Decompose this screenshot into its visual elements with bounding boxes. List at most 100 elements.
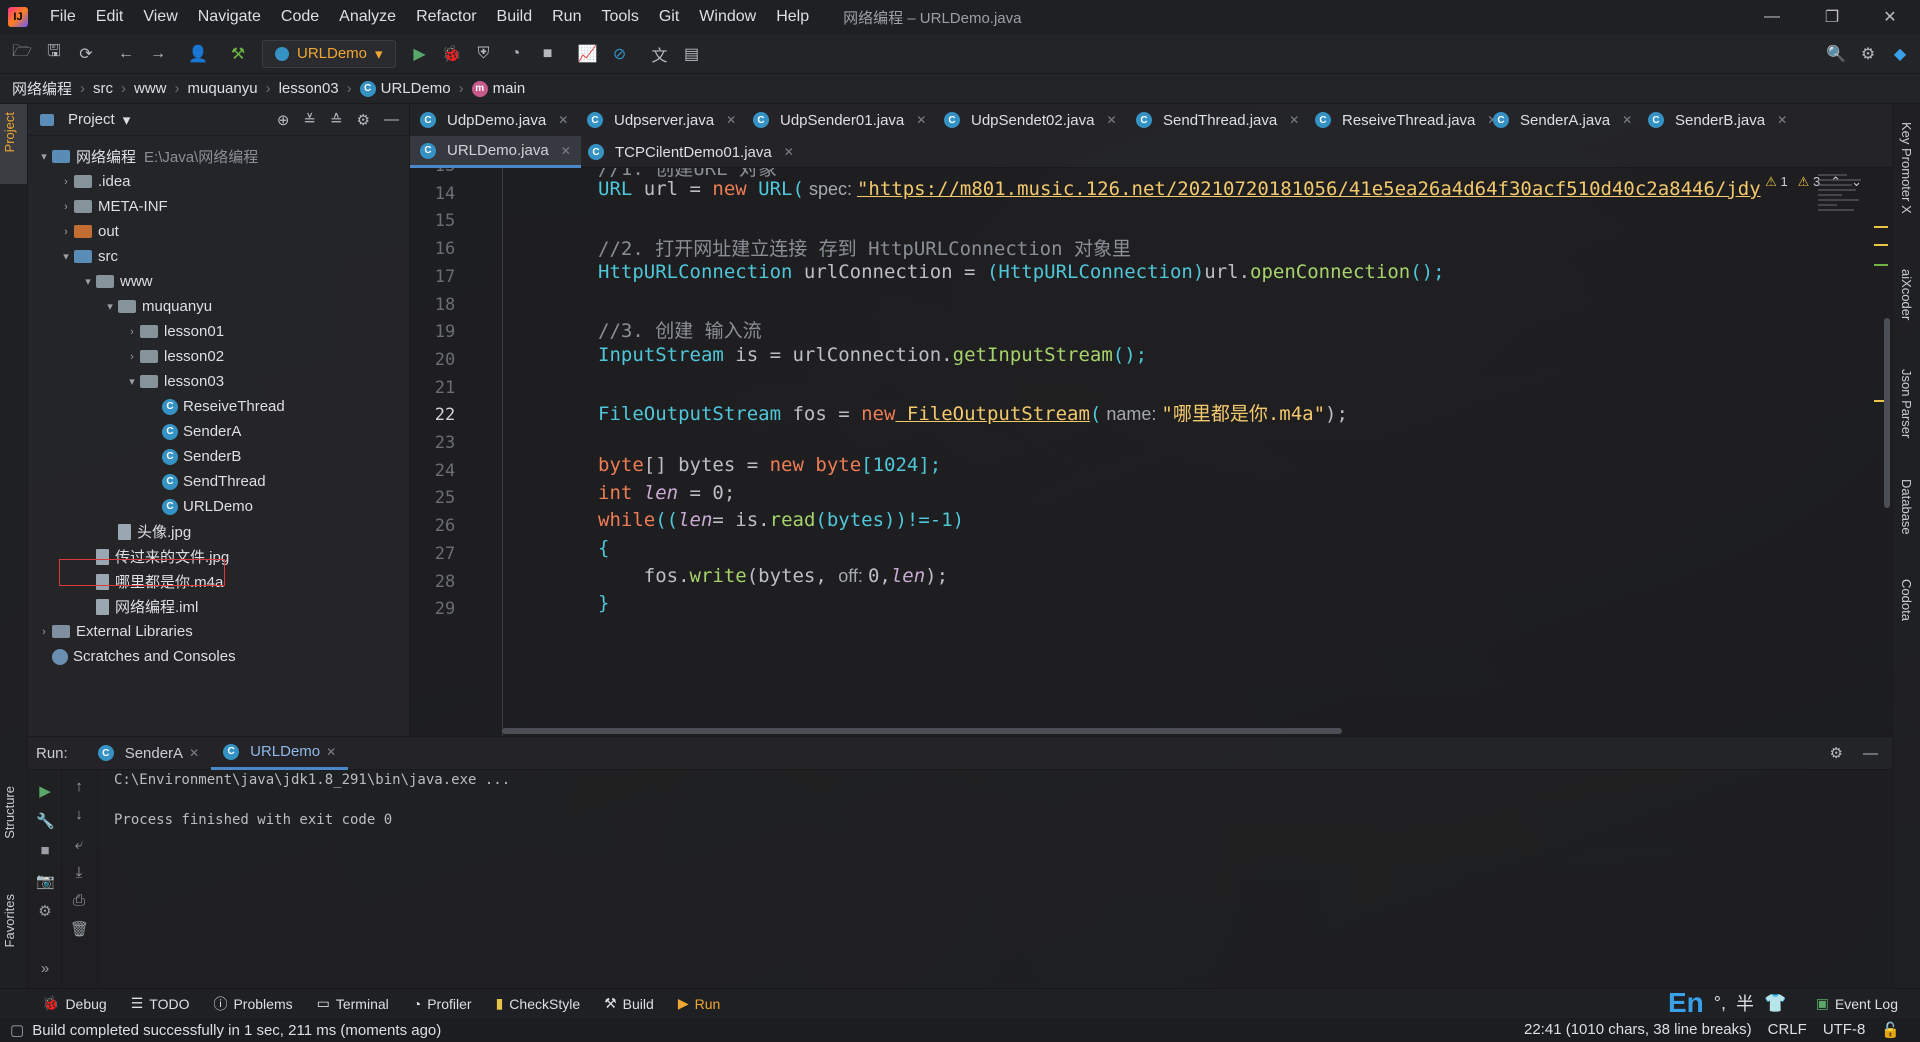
editor-tab[interactable]: C SenderA.java ✕ bbox=[1483, 104, 1642, 136]
editor-tab[interactable]: C UdpSender01.java ✕ bbox=[743, 104, 936, 136]
locate-icon[interactable]: ⊕ bbox=[277, 111, 290, 129]
debug-icon[interactable]: 🐞 bbox=[438, 40, 466, 68]
scroll-to-end-icon[interactable]: ⤓ bbox=[70, 864, 88, 882]
down-arrow-icon[interactable]: ↓ bbox=[70, 806, 88, 824]
menu-git[interactable]: Git bbox=[649, 8, 689, 26]
close-icon[interactable]: ✕ bbox=[784, 145, 794, 159]
translate-icon[interactable]: 文 bbox=[646, 40, 674, 68]
menu-help[interactable]: Help bbox=[766, 8, 819, 26]
stop-icon[interactable]: ■ bbox=[534, 40, 562, 68]
project-tree-item[interactable]: ▾ lesson03 bbox=[124, 369, 224, 394]
stop-icon[interactable]: ■ bbox=[36, 842, 54, 860]
expand-arrow-icon[interactable]: › bbox=[124, 326, 140, 338]
lock-icon[interactable]: 🔓 bbox=[1881, 1021, 1900, 1039]
url-string-link[interactable]: "https://m801.music.126.net/202107201810… bbox=[857, 178, 1761, 200]
project-tree-item[interactable]: ▾ src bbox=[58, 244, 118, 269]
toolbox-icon[interactable]: ◆ bbox=[1886, 40, 1914, 68]
breadcrumb-muquanyu[interactable]: muquanyu bbox=[188, 80, 258, 97]
project-tree-item[interactable]: C URLDemo bbox=[146, 494, 253, 519]
tool-problems[interactable]: ⓘ Problems bbox=[201, 994, 304, 1014]
open-folder-icon[interactable]: 🗁 bbox=[8, 40, 36, 68]
up-arrow-icon[interactable]: ↑ bbox=[70, 778, 88, 796]
menu-tools[interactable]: Tools bbox=[591, 8, 648, 26]
line-separator[interactable]: CRLF bbox=[1768, 1021, 1807, 1039]
tool-build[interactable]: ⚒ Build bbox=[592, 995, 666, 1012]
run-configuration-selector[interactable]: URLDemo ▾ bbox=[262, 39, 396, 68]
editor-tab[interactable]: C SendThread.java ✕ bbox=[1126, 104, 1309, 136]
expand-arrow-icon[interactable]: › bbox=[36, 626, 52, 638]
tool-terminal[interactable]: ▭ Terminal bbox=[305, 995, 401, 1012]
editor-tab[interactable]: C UdpDemo.java ✕ bbox=[410, 104, 578, 136]
file-encoding[interactable]: UTF-8 bbox=[1823, 1021, 1866, 1039]
code-editor[interactable]: 1314151617181920212223242526272829 //1. … bbox=[410, 168, 1892, 736]
layout-icon[interactable]: ▤ bbox=[678, 40, 706, 68]
project-tree-item[interactable]: C SenderB bbox=[146, 444, 241, 469]
menu-run[interactable]: Run bbox=[542, 8, 591, 26]
gear-icon[interactable]: ⚙ bbox=[357, 111, 370, 129]
project-tree-item[interactable]: 网络编程.iml bbox=[80, 594, 198, 619]
tool-debug[interactable]: 🐞 Debug bbox=[30, 995, 119, 1012]
close-icon[interactable]: ✕ bbox=[1777, 113, 1787, 127]
close-icon[interactable]: ✕ bbox=[558, 113, 568, 127]
horizontal-scrollbar[interactable] bbox=[502, 728, 1342, 734]
project-tree-item[interactable]: › .idea bbox=[58, 169, 130, 194]
minimize-button[interactable]: — bbox=[1742, 0, 1802, 34]
tool-tab-project[interactable]: Project bbox=[2, 112, 17, 152]
expand-arrow-icon[interactable]: ▾ bbox=[80, 275, 96, 288]
editor-tab[interactable]: C UdpSendet02.java ✕ bbox=[934, 104, 1127, 136]
tool-profiler[interactable]: ◔ Profiler bbox=[401, 996, 484, 1012]
tool-event-log[interactable]: ▣ Event Log bbox=[1804, 995, 1910, 1012]
editor-tab-active[interactable]: C URLDemo.java ✕ bbox=[410, 136, 581, 168]
breadcrumb-urldemo[interactable]: URLDemo bbox=[381, 80, 451, 97]
coverage-icon[interactable]: ⛨ bbox=[470, 40, 498, 68]
status-toggle-icon[interactable]: ▢ bbox=[10, 1021, 24, 1039]
close-icon[interactable]: ✕ bbox=[1106, 113, 1116, 127]
expand-arrow-icon[interactable]: › bbox=[58, 176, 74, 188]
expand-arrow-icon[interactable]: ▾ bbox=[102, 300, 118, 313]
collapse-all-icon[interactable]: ≙ bbox=[330, 111, 343, 129]
restore-button[interactable]: ❐ bbox=[1802, 0, 1862, 34]
trash-icon[interactable]: 🗑 bbox=[70, 920, 89, 938]
wrench-icon[interactable]: 🔧 bbox=[36, 812, 55, 830]
breadcrumb-project[interactable]: 网络编程 bbox=[12, 78, 72, 99]
expand-arrow-icon[interactable]: › bbox=[58, 201, 74, 213]
vcs-user-icon[interactable]: 👤 bbox=[184, 40, 212, 68]
chart-monitor-icon[interactable]: 📈 bbox=[574, 40, 602, 68]
vertical-scrollbar[interactable] bbox=[1884, 318, 1890, 508]
project-tree-item[interactable]: ▾ muquanyu bbox=[102, 294, 212, 319]
hide-icon[interactable]: — bbox=[1863, 745, 1878, 762]
project-tree-item[interactable]: C ReseiveThread bbox=[146, 394, 285, 419]
menu-edit[interactable]: Edit bbox=[86, 8, 134, 26]
forward-icon[interactable]: → bbox=[144, 40, 172, 68]
expand-arrow-icon[interactable]: › bbox=[124, 351, 140, 363]
editor-tab[interactable]: C Udpserver.java ✕ bbox=[577, 104, 746, 136]
tool-tab-key-promoter[interactable]: Key Promoter X bbox=[1899, 122, 1914, 214]
print-icon[interactable]: ⎙ bbox=[70, 892, 88, 910]
back-icon[interactable]: ← bbox=[112, 40, 140, 68]
project-tree-item[interactable]: › External Libraries bbox=[36, 619, 193, 644]
close-button[interactable]: ✕ bbox=[1860, 0, 1920, 34]
chevron-down-icon[interactable]: ▾ bbox=[123, 111, 131, 129]
soft-wrap-icon[interactable]: ⤶ bbox=[70, 836, 88, 854]
run-tab-sendera[interactable]: C SenderA ✕ bbox=[86, 736, 211, 770]
profile-icon[interactable]: ◔ bbox=[502, 40, 530, 68]
breadcrumb-lesson03[interactable]: lesson03 bbox=[279, 80, 339, 97]
tool-tab-aixcoder[interactable]: aiXcoder bbox=[1899, 269, 1914, 320]
project-tree-item[interactable]: C SenderA bbox=[146, 419, 241, 444]
gear-icon[interactable]: ⚙ bbox=[1830, 744, 1843, 762]
project-tree-item[interactable]: › out bbox=[58, 219, 119, 244]
menu-code[interactable]: Code bbox=[271, 8, 329, 26]
status-message[interactable]: Build completed successfully in 1 sec, 2… bbox=[32, 1022, 441, 1039]
settings-gear-icon[interactable]: ⚙ bbox=[1854, 40, 1882, 68]
build-hammer-icon[interactable]: ⚒ bbox=[224, 40, 252, 68]
menu-file[interactable]: File bbox=[40, 8, 86, 26]
sync-icon[interactable]: ⟳ bbox=[72, 40, 100, 68]
tool-run[interactable]: ▶ Run bbox=[666, 995, 732, 1012]
disable-icon[interactable]: ⊘ bbox=[606, 40, 634, 68]
run-icon[interactable]: ▶ bbox=[406, 40, 434, 68]
settings-icon[interactable]: ⚙ bbox=[36, 902, 54, 920]
close-icon[interactable]: ✕ bbox=[1289, 113, 1299, 127]
breadcrumb-www[interactable]: www bbox=[134, 80, 167, 97]
hide-icon[interactable]: — bbox=[384, 111, 399, 129]
expand-all-icon[interactable]: ≚ bbox=[303, 111, 316, 129]
